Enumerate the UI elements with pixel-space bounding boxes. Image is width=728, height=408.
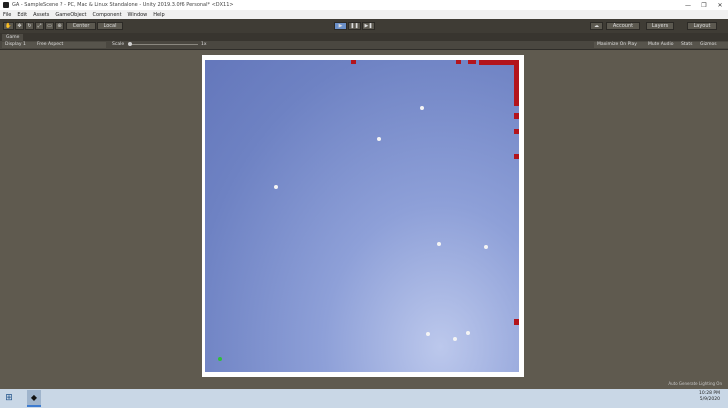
collab-button[interactable]: ☁ bbox=[590, 22, 603, 30]
system-clock[interactable]: 10:28 PM 5/9/2020 bbox=[699, 391, 720, 403]
menu-file[interactable]: File bbox=[0, 12, 14, 18]
maximize-button[interactable]: ❐ bbox=[696, 0, 712, 10]
play-icon: ▶ bbox=[338, 23, 343, 29]
menu-window[interactable]: Window bbox=[125, 12, 151, 18]
aspect-dropdown[interactable]: Free Aspect bbox=[34, 42, 106, 48]
windows-taskbar: ⊞ ◆ 10:28 PM 5/9/2020 bbox=[0, 389, 728, 408]
scale-label: Scale bbox=[112, 42, 125, 47]
agent-dot bbox=[377, 137, 381, 141]
hand-tool-icon: ✋ bbox=[5, 23, 12, 29]
step-icon: ▶❚ bbox=[364, 23, 373, 29]
menu-assets[interactable]: Assets bbox=[30, 12, 52, 18]
menu-gameobject[interactable]: GameObject bbox=[52, 12, 89, 18]
rotate-tool-icon: ↻ bbox=[27, 23, 32, 29]
close-button[interactable]: ✕ bbox=[712, 0, 728, 10]
menu-bar: File Edit Assets GameObject Component Wi… bbox=[0, 10, 728, 19]
menu-help[interactable]: Help bbox=[150, 12, 167, 18]
move-tool-button[interactable]: ✥ bbox=[15, 22, 24, 30]
layers-dropdown[interactable]: Layers bbox=[646, 22, 674, 30]
menu-edit[interactable]: Edit bbox=[14, 12, 30, 18]
window-title: GA - SampleScene ? - PC, Mac & Linux Sta… bbox=[12, 2, 234, 8]
agent-dot bbox=[420, 106, 424, 110]
pivot-center-button[interactable]: Center bbox=[66, 22, 96, 30]
wall-hit-marker bbox=[456, 60, 461, 64]
wall-hit-marker bbox=[514, 154, 519, 159]
agent-dot bbox=[484, 245, 488, 249]
wall-hit-marker bbox=[514, 113, 519, 119]
window-titlebar: GA - SampleScene ? - PC, Mac & Linux Sta… bbox=[0, 0, 728, 10]
agent-dot bbox=[453, 337, 457, 341]
wall-hit-marker bbox=[479, 60, 519, 65]
play-button[interactable]: ▶ bbox=[334, 22, 347, 30]
agent-dot bbox=[426, 332, 430, 336]
clock-date: 5/9/2020 bbox=[699, 397, 720, 402]
agent-dot bbox=[466, 331, 470, 335]
pivot-local-button[interactable]: Local bbox=[97, 22, 123, 30]
window-controls: — ❐ ✕ bbox=[680, 0, 728, 10]
status-text: Auto Generate Lighting On bbox=[668, 381, 722, 386]
display-dropdown[interactable]: Display 1 bbox=[2, 42, 36, 48]
wall-hit-marker bbox=[514, 60, 519, 106]
menu-component[interactable]: Component bbox=[90, 12, 125, 18]
tab-game[interactable]: Game bbox=[2, 34, 24, 41]
minimize-button[interactable]: — bbox=[680, 0, 696, 10]
unity-taskbar-button[interactable]: ◆ bbox=[27, 390, 41, 407]
scale-tool-icon: ⤢ bbox=[37, 23, 42, 29]
rect-tool-button[interactable]: ▭ bbox=[45, 22, 54, 30]
scale-slider-track[interactable] bbox=[130, 44, 198, 45]
transform-tool-button[interactable]: ⊕ bbox=[55, 22, 64, 30]
hand-tool-button[interactable]: ✋ bbox=[3, 22, 14, 30]
tab-bar: Game bbox=[0, 33, 728, 41]
layout-dropdown[interactable]: Layout bbox=[687, 22, 717, 30]
pause-button[interactable]: ❚❚ bbox=[348, 22, 361, 30]
move-tool-icon: ✥ bbox=[17, 23, 22, 29]
rect-tool-icon: ▭ bbox=[47, 23, 52, 29]
wall-hit-marker bbox=[514, 319, 519, 325]
wall-hit-marker bbox=[468, 60, 476, 64]
agent-dot bbox=[274, 185, 278, 189]
game-view-bar: Display 1 Free Aspect Scale 1x Maximize … bbox=[0, 41, 728, 50]
goal-marker bbox=[218, 357, 222, 361]
account-dropdown[interactable]: Account bbox=[606, 22, 640, 30]
windows-start-icon: ⊞ bbox=[5, 393, 13, 403]
cloud-icon: ☁ bbox=[594, 23, 599, 29]
gizmos-dropdown[interactable]: Gizmos bbox=[697, 42, 728, 48]
start-button[interactable]: ⊞ bbox=[4, 392, 14, 404]
game-scene[interactable] bbox=[205, 60, 519, 372]
scale-value: 1x bbox=[201, 42, 207, 47]
scale-slider-handle[interactable] bbox=[128, 42, 132, 46]
rotate-tool-button[interactable]: ↻ bbox=[25, 22, 34, 30]
wall-hit-marker bbox=[351, 60, 356, 64]
step-button[interactable]: ▶❚ bbox=[362, 22, 375, 30]
mute-audio-toggle[interactable]: Mute Audio bbox=[645, 42, 681, 48]
agent-dot bbox=[437, 242, 441, 246]
main-toolbar: ✋ ✥ ↻ ⤢ ▭ ⊕ Center Local ▶ ❚❚ ▶❚ ☁ Accou… bbox=[0, 19, 728, 34]
unity-app-icon: ◆ bbox=[30, 393, 38, 402]
unity-icon bbox=[3, 2, 9, 8]
scale-tool-button[interactable]: ⤢ bbox=[35, 22, 44, 30]
wall-hit-marker bbox=[514, 129, 519, 134]
transform-tool-icon: ⊕ bbox=[57, 23, 62, 29]
pause-icon: ❚❚ bbox=[350, 23, 359, 29]
maximize-on-play-toggle[interactable]: Maximize On Play bbox=[594, 42, 648, 48]
